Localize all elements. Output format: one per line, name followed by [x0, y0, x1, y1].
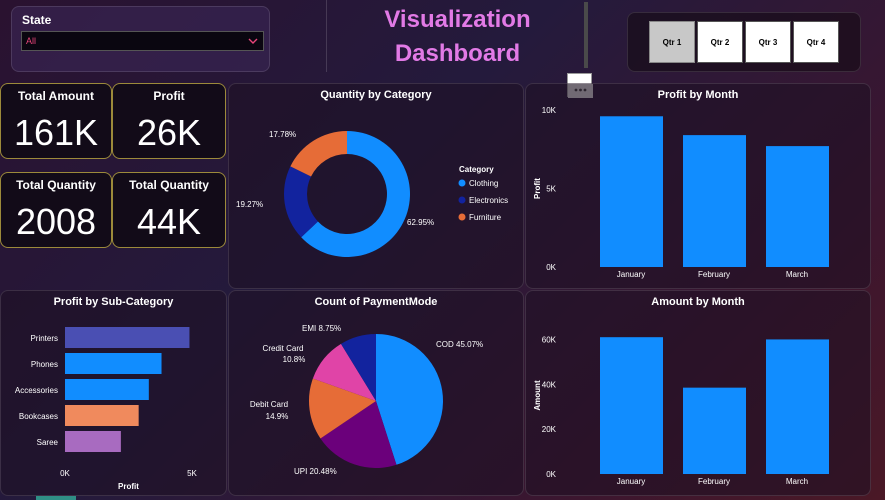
y-tick-label: 0K — [546, 470, 556, 479]
legend-label: Electronics — [469, 196, 508, 205]
y-tick-label: 5K — [546, 185, 556, 194]
payment-mode-panel[interactable]: Count of PaymentMode COD 45.07% UPI 20.48… — [228, 290, 524, 496]
x-tick-label: January — [617, 477, 645, 486]
y-tick-label: Accessories — [15, 386, 58, 395]
legend-title: Category — [459, 165, 494, 174]
qtr-1-button[interactable]: Qtr 1 — [649, 21, 695, 63]
quantity-donut-chart: 62.95% 19.27% 17.78% Category Clothing Electr… — [236, 130, 508, 257]
y-tick-label: Saree — [37, 438, 59, 447]
bar-february — [683, 387, 746, 474]
x-tick-label: February — [698, 477, 730, 486]
kpi-title: Total Quantity — [16, 178, 96, 192]
kpi-profit-card: Profit 26K — [112, 83, 226, 159]
donut-slice-furniture — [290, 131, 347, 177]
y-tick-label: Printers — [30, 334, 58, 343]
y-tick-label: 0K — [546, 263, 556, 272]
title-divider — [584, 2, 588, 68]
qtr-3-button[interactable]: Qtr 3 — [745, 21, 791, 63]
kpi-total-quantity-card: Total Quantity 2008 — [0, 172, 112, 248]
quarter-slicer: Qtr 1 Qtr 2 Qtr 3 Qtr 4 — [627, 12, 861, 72]
state-filter-label: State — [22, 13, 52, 27]
legend-marker — [458, 213, 466, 221]
quantity-by-category-panel[interactable]: Quantity by Category 62.95% 19.27% 17.78% C… — [228, 83, 524, 289]
x-tick-label: February — [698, 270, 730, 279]
bar-printers — [65, 327, 190, 348]
data-label: 14.9% — [266, 412, 289, 421]
state-dropdown[interactable]: All — [21, 31, 264, 51]
legend-label: Furniture — [469, 213, 502, 222]
bar-bookcases — [65, 405, 139, 426]
kpi-total-amount-card: Total Amount 161K — [0, 83, 112, 159]
kpi-title: Profit — [153, 89, 185, 103]
profit-by-month-chart: 0K 5K 10K Profit January February March — [533, 106, 829, 279]
x-axis-label: Profit — [118, 482, 139, 491]
y-tick-label: 20K — [542, 425, 557, 434]
data-label: 19.27% — [236, 200, 263, 209]
kpi-value: 44K — [136, 201, 202, 242]
x-tick-label: March — [786, 270, 808, 279]
y-tick-label: Phones — [31, 360, 58, 369]
bar-march — [766, 146, 829, 267]
state-filter-panel: State All — [11, 6, 270, 72]
kpi-value: 161K — [13, 112, 99, 153]
qtr-4-button[interactable]: Qtr 4 — [793, 21, 839, 63]
kpi-total-quantity-card-2: Total Quantity 44K — [112, 172, 226, 248]
page-tab-indicator — [36, 496, 76, 500]
state-dropdown-value: All — [26, 36, 37, 46]
data-label: 62.95% — [407, 218, 434, 227]
x-tick-label: January — [617, 270, 645, 279]
x-tick-label: 0K — [60, 469, 70, 478]
x-tick-label: 5K — [187, 469, 197, 478]
y-tick-label: 60K — [542, 335, 557, 344]
bar-february — [683, 135, 746, 267]
data-label: Debit Card — [250, 400, 288, 409]
y-tick-label: Bookcases — [19, 412, 58, 421]
data-label: 17.78% — [269, 130, 296, 139]
title-line-2: Dashboard — [394, 40, 521, 67]
profit-by-subcategory-chart: Printers Phones Accessories Bookcases Saree 0… — [15, 327, 198, 491]
bar-accessories — [65, 379, 149, 400]
profit-by-subcategory-panel[interactable]: Profit by Sub-Category Printers Phones Acc… — [0, 290, 227, 496]
bar-january — [600, 116, 663, 267]
kpi-title: Total Amount — [18, 89, 94, 103]
bar-january — [600, 337, 663, 474]
data-label: COD 45.07% — [436, 340, 483, 349]
data-label: Credit Card — [263, 344, 304, 353]
x-tick-label: March — [786, 477, 808, 486]
y-axis-label: Profit — [533, 178, 542, 199]
payment-mode-pie-chart: COD 45.07% UPI 20.48% Debit Card 14.9% Credi… — [250, 324, 483, 476]
bar-march — [766, 339, 829, 474]
kpi-title: Total Quantity — [129, 178, 209, 192]
legend-marker — [458, 196, 466, 204]
data-label: EMI 8.75% — [302, 324, 341, 333]
data-label: UPI 20.48% — [294, 467, 337, 476]
qtr-2-button[interactable]: Qtr 2 — [697, 21, 743, 63]
dashboard-title: Visualization Dashboard — [326, 0, 588, 72]
bar-phones — [65, 353, 162, 374]
amount-by-month-panel[interactable]: Amount by Month 0K 20K 40K 60K Amount January… — [525, 290, 871, 496]
kpi-value: 26K — [136, 112, 202, 153]
amount-by-month-chart: 0K 20K 40K 60K Amount January February March — [533, 335, 829, 486]
kpi-value: 2008 — [15, 201, 97, 242]
profit-by-month-panel[interactable]: Profit by Month 0K 5K 10K Profit January Febr… — [525, 83, 871, 289]
y-axis-label: Amount — [533, 380, 542, 411]
bar-saree — [65, 431, 121, 452]
y-tick-label: 10K — [542, 106, 557, 115]
legend-marker — [458, 179, 466, 187]
y-tick-label: 40K — [542, 380, 557, 389]
chevron-down-icon — [248, 38, 258, 44]
data-label: 10.8% — [283, 355, 306, 364]
title-line-1: Visualization — [384, 6, 531, 33]
legend-label: Clothing — [469, 179, 498, 188]
